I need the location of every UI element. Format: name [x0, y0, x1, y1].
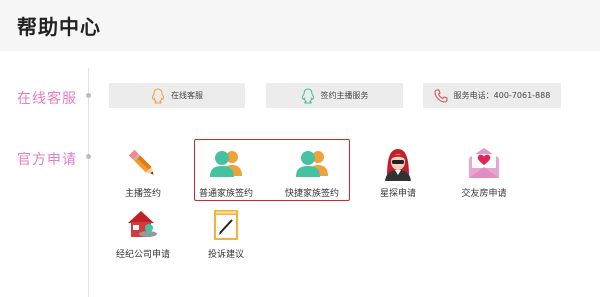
app-label: 投诉建议	[207, 250, 244, 260]
app-anchor-signing[interactable]: 主播签约	[103, 146, 183, 199]
page-header: 帮助中心	[0, 0, 600, 51]
scout-avatar-icon	[385, 149, 411, 181]
qq-penguin-icon	[301, 87, 314, 103]
signing-service-button[interactable]: 签约主播服务	[266, 83, 403, 108]
pencil-icon	[128, 149, 154, 175]
phone-service-button[interactable]: 服务电话：400-7061-888	[423, 83, 561, 108]
app-label: 经纪公司申请	[115, 250, 170, 260]
phone-icon	[434, 88, 448, 103]
app-agency-company[interactable]: 经纪公司申请	[103, 207, 183, 260]
app-label: 交友房申请	[461, 189, 507, 199]
signing-service-label: 签约主播服务	[320, 91, 369, 100]
app-talent-scout[interactable]: 星探申请	[358, 146, 438, 199]
heart-envelope-icon	[469, 148, 499, 178]
online-service-label: 在线客服	[171, 91, 203, 100]
app-label: 普通家族签约	[198, 189, 253, 199]
section-label-official: 官方申请	[17, 152, 77, 168]
timeline-dot-official	[86, 154, 91, 159]
app-label: 主播签约	[124, 189, 161, 199]
app-label: 快捷家族签约	[284, 189, 339, 199]
section-label-online: 在线客服	[17, 91, 77, 107]
timeline-line	[88, 68, 89, 297]
agency-house-icon	[128, 211, 157, 237]
app-quick-family-signing[interactable]: 快捷家族签约	[272, 146, 352, 199]
timeline-dot-online	[86, 93, 91, 98]
complaint-board-icon	[214, 210, 238, 240]
family-users-icon	[296, 151, 328, 177]
family-users-icon	[210, 151, 242, 177]
phone-service-label: 服务电话：400-7061-888	[453, 91, 551, 100]
app-normal-family-signing[interactable]: 普通家族签约	[186, 146, 266, 199]
app-complaint-suggestion[interactable]: 投诉建议	[186, 207, 266, 260]
qq-penguin-icon	[151, 87, 165, 103]
page-title: 帮助中心	[17, 15, 101, 39]
app-label: 星探申请	[379, 189, 416, 199]
app-dating-room[interactable]: 交友房申请	[444, 146, 524, 199]
online-service-button[interactable]: 在线客服	[109, 83, 245, 108]
